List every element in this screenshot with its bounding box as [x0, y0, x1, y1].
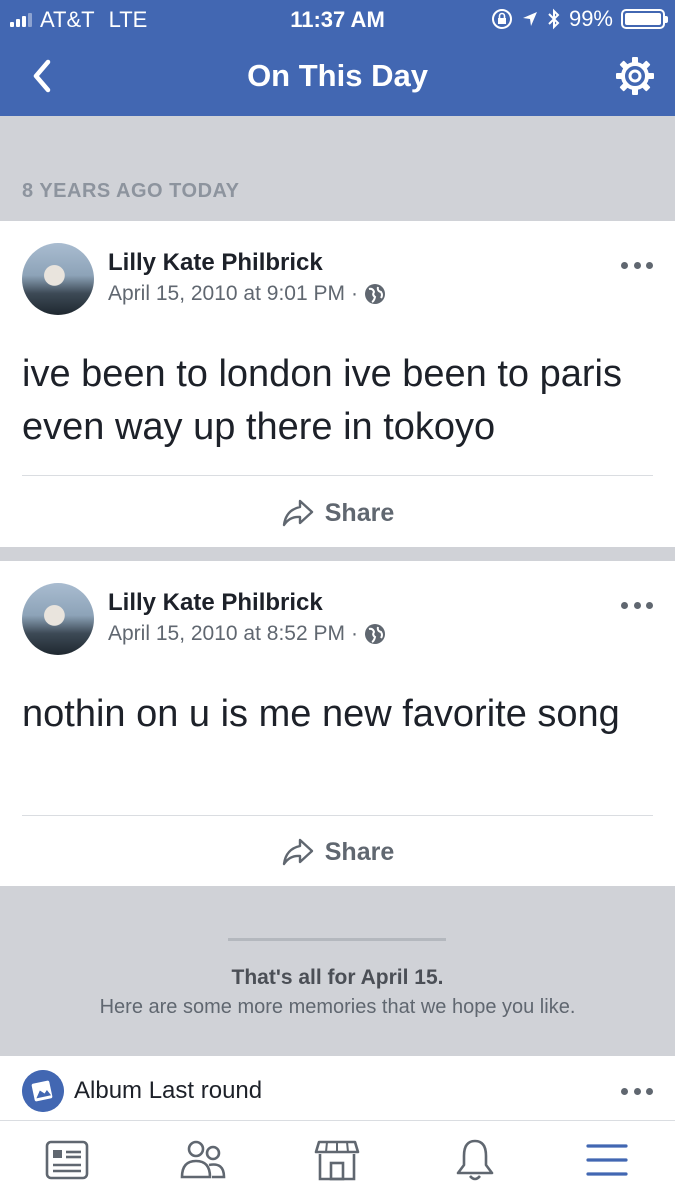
post-text: nothin on u is me new favorite song	[22, 693, 620, 735]
bluetooth-icon	[548, 8, 560, 30]
notice-rule	[228, 938, 446, 941]
tab-news-feed[interactable]	[42, 1135, 92, 1185]
share-button[interactable]: Share	[0, 493, 675, 533]
section-header-label: 8 YEARS AGO TODAY	[22, 180, 240, 202]
share-label: Share	[324, 498, 395, 527]
share-icon	[282, 838, 313, 866]
nav-bar: On This Day	[0, 38, 675, 116]
divider	[22, 475, 653, 476]
more-options-icon[interactable]	[621, 602, 653, 610]
rotation-lock-icon	[491, 9, 512, 29]
meta-separator: ·	[350, 282, 358, 305]
bottom-tab-bar	[0, 1120, 675, 1200]
battery-level	[625, 13, 661, 25]
post-author[interactable]: Lilly Kate Philbrick	[108, 589, 323, 617]
tab-friends[interactable]	[178, 1135, 228, 1185]
post-timestamp[interactable]: April 15, 2010 at 9:01 PM	[108, 282, 345, 306]
album-title: Album Last round	[74, 1077, 263, 1104]
section-header: 8 YEARS AGO TODAY	[0, 128, 675, 220]
post-timestamp[interactable]: April 15, 2010 at 8:52 PM	[108, 622, 345, 646]
memory-post: Lilly Kate Philbrick April 15, 2010 at 9…	[0, 221, 675, 547]
page-title: On This Day	[247, 58, 428, 93]
post-text: ive been to london ive been to paris eve…	[22, 353, 622, 448]
notice-subtitle: Here are some more memories that we hope…	[99, 996, 576, 1018]
end-of-memories-notice: That's all for April 15. Here are some m…	[0, 886, 675, 1056]
share-button[interactable]: Share	[0, 832, 675, 872]
gear-icon[interactable]	[615, 56, 655, 96]
news-feed-icon	[45, 1140, 89, 1180]
battery-icon	[621, 9, 668, 29]
post-author[interactable]: Lilly Kate Philbrick	[108, 249, 323, 277]
globe-icon	[364, 284, 385, 304]
more-options-icon[interactable]	[621, 262, 653, 270]
album-row[interactable]: Album Last round	[0, 1056, 675, 1120]
tab-menu[interactable]	[582, 1135, 632, 1185]
photo-album-icon	[22, 1070, 64, 1112]
notifications-icon	[456, 1139, 494, 1181]
post-meta: April 15, 2010 at 9:01 PM ·	[108, 282, 386, 306]
notice-title: That's all for April 15.	[231, 966, 444, 989]
menu-icon	[586, 1144, 628, 1176]
status-right: 99%	[491, 6, 668, 32]
tab-notifications[interactable]	[450, 1135, 500, 1185]
globe-icon	[364, 624, 385, 644]
divider	[22, 815, 653, 816]
share-label: Share	[324, 837, 395, 866]
status-bar: AT&T LTE 11:37 AM 99%	[0, 0, 675, 38]
meta-separator: ·	[350, 622, 358, 645]
friends-icon	[180, 1140, 226, 1179]
avatar[interactable]	[22, 243, 94, 315]
avatar[interactable]	[22, 583, 94, 655]
battery-percent: 99%	[568, 6, 613, 31]
memory-post: Lilly Kate Philbrick April 15, 2010 at 8…	[0, 561, 675, 886]
marketplace-icon	[314, 1140, 360, 1181]
tab-marketplace[interactable]	[312, 1135, 362, 1185]
location-icon	[522, 12, 537, 26]
more-options-icon[interactable]	[621, 1088, 653, 1096]
share-icon	[282, 499, 313, 527]
post-meta: April 15, 2010 at 8:52 PM ·	[108, 622, 386, 646]
